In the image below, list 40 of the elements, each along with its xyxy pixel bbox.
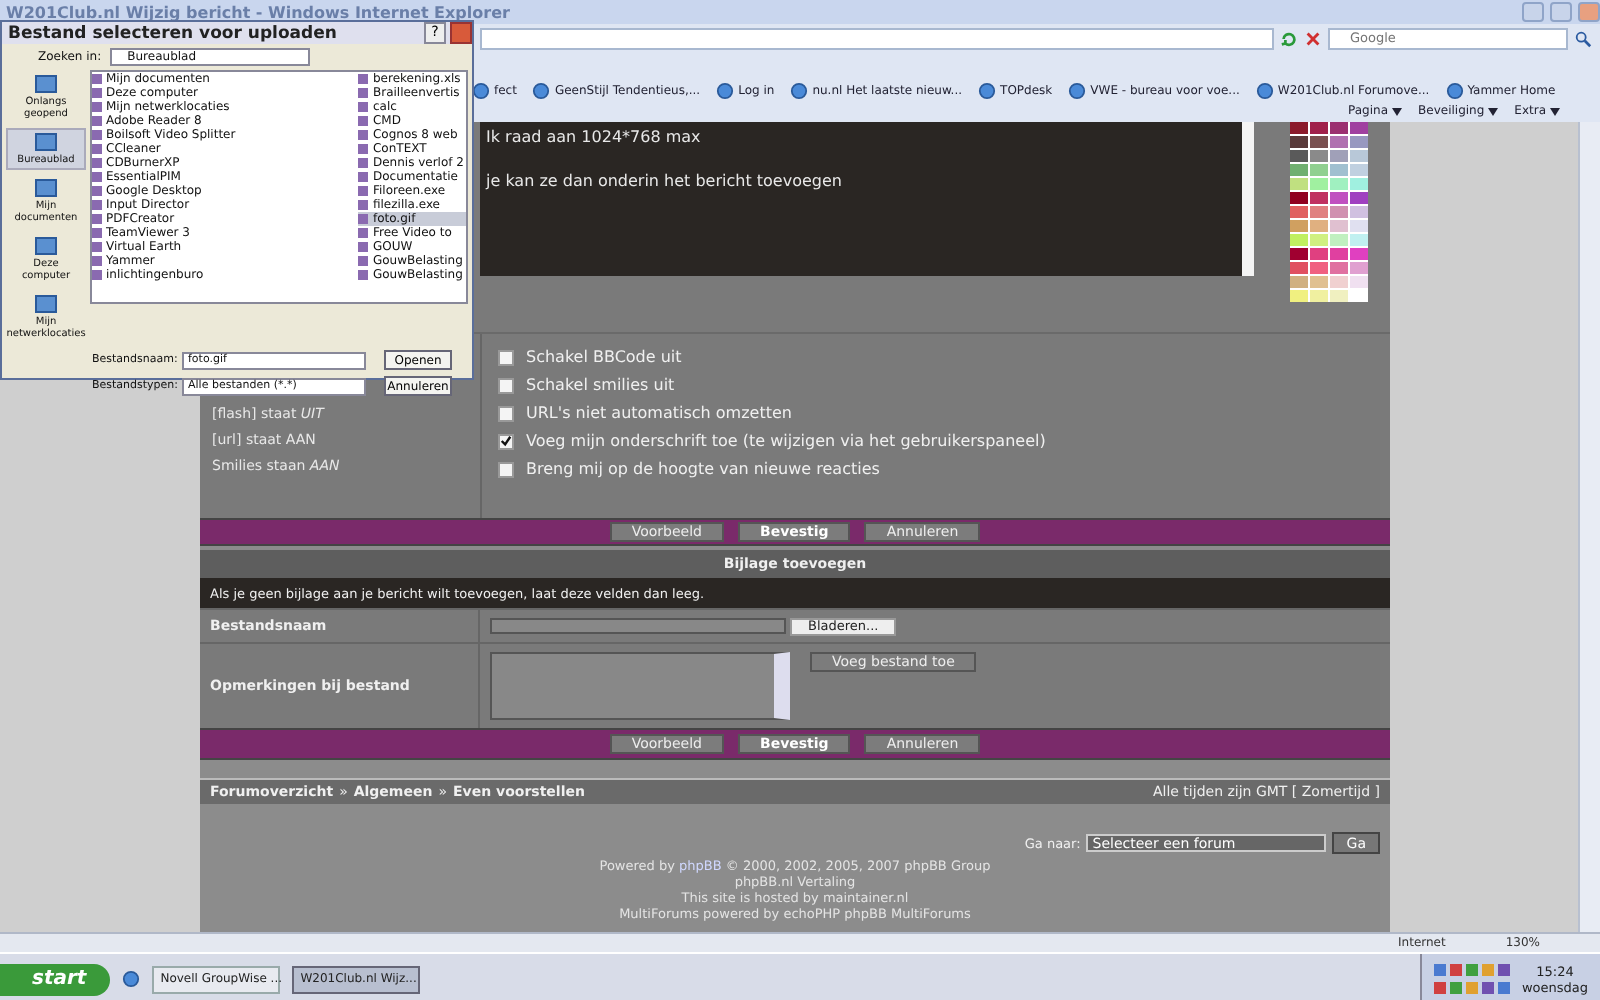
- checkbox[interactable]: [498, 433, 514, 449]
- option-label: Schakel smilies uit: [526, 376, 675, 394]
- checkbox[interactable]: [498, 405, 514, 421]
- file-list[interactable]: [90, 70, 468, 304]
- stop-icon[interactable]: [1304, 29, 1322, 47]
- globe-icon: [978, 81, 997, 99]
- window-title: W201Club.nl Wijzig bericht - Windows Internet Explorer: [6, 3, 512, 21]
- globe-icon: [1255, 81, 1274, 99]
- checkbox[interactable]: [498, 377, 514, 393]
- place-icon: [34, 178, 58, 200]
- dialog-title: Bestand selecteren voor uploaden: [8, 23, 339, 43]
- globe-icon: [1445, 81, 1464, 99]
- scrollbar[interactable]: [1578, 122, 1600, 932]
- option-label: Voeg mijn onderschrift toe (te wijzigen via het gebruikerspaneel): [526, 432, 1046, 450]
- globe-icon: [122, 970, 141, 988]
- address-field[interactable]: [480, 27, 1274, 49]
- globe-icon: [716, 81, 735, 99]
- tray-icons-drawing[interactable]: [1433, 961, 1514, 997]
- place-icon: [34, 132, 58, 154]
- caret-icon[interactable]: [1550, 107, 1560, 115]
- comment-textarea[interactable]: [490, 652, 790, 720]
- message-textarea[interactable]: Ik raad aan 1024*768 max je kan ze dan onderin het bericht toevoegen: [480, 122, 1254, 276]
- place-icon: [34, 294, 58, 316]
- option-label: Breng mij op de hoogte van nieuwe reacties: [526, 460, 880, 478]
- filename-field[interactable]: [490, 618, 786, 634]
- globe-icon: [1068, 81, 1087, 99]
- start-button[interactable]: start: [0, 963, 111, 995]
- globe-icon: [532, 81, 551, 99]
- option-label: Schakel BBCode uit: [526, 348, 682, 366]
- option-label: URL's niet automatisch omzetten: [526, 404, 792, 422]
- place-icon: [34, 236, 58, 258]
- color-palette[interactable]: [1290, 122, 1368, 302]
- globe-icon: [790, 81, 809, 99]
- checkbox[interactable]: [498, 349, 514, 365]
- refresh-icon[interactable]: [1280, 29, 1298, 47]
- caret-icon[interactable]: [1488, 107, 1499, 115]
- search-icon[interactable]: [1574, 29, 1592, 47]
- place-icon: [34, 74, 58, 96]
- caret-icon[interactable]: [1392, 107, 1403, 115]
- checkbox[interactable]: [498, 461, 514, 477]
